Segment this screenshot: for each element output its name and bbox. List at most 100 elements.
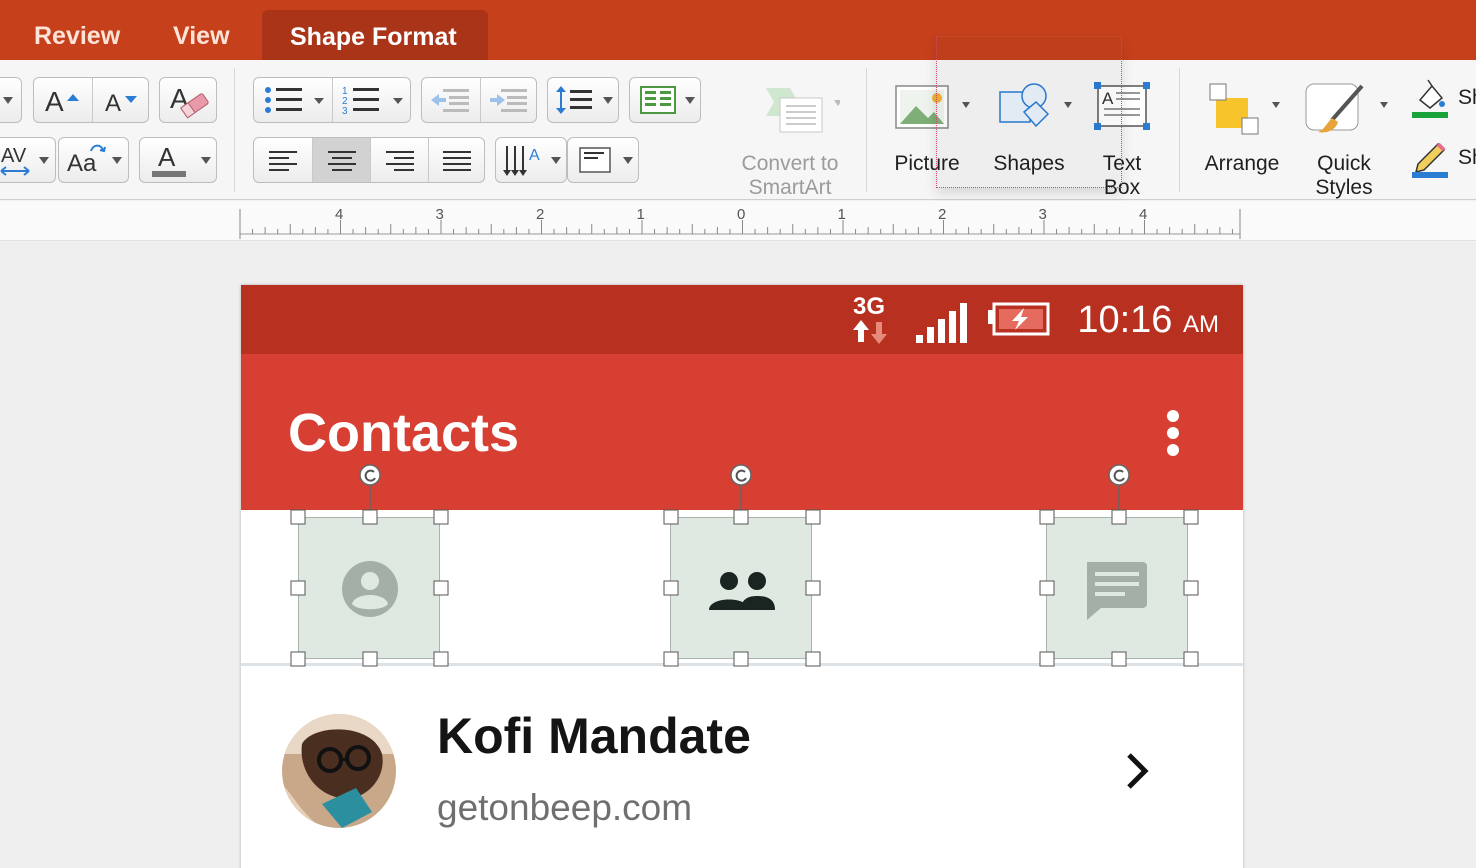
align-center-icon [327, 151, 356, 171]
line-spacing-icon [556, 86, 592, 114]
change-case-text: Aa [67, 150, 97, 177]
contact-row[interactable]: Kofi Mandate getonbeep.com [241, 669, 1243, 868]
ruler-label: 3 [1039, 206, 1047, 223]
svg-text:A: A [45, 86, 64, 115]
ruler-label: 3 [436, 206, 444, 223]
shape-outline-label: Sh [1458, 146, 1476, 169]
list-group: 1 2 3 [253, 77, 411, 123]
person-icon [342, 561, 398, 617]
shrink-font-icon: A [105, 90, 137, 115]
chevron-down-icon [623, 157, 633, 164]
chevron-down-icon [551, 157, 561, 164]
align-center-button[interactable] [312, 138, 370, 182]
ruler-label: 2 [938, 206, 946, 223]
app-title: Contacts [288, 403, 520, 463]
group-tab-tile[interactable] [670, 517, 812, 659]
columns-button[interactable] [629, 77, 701, 123]
powerpoint-window: Review View Shape Format A A A AV Aa A 1… [0, 0, 1476, 868]
avatar [282, 714, 396, 828]
text-direction-button[interactable]: A [495, 137, 567, 183]
text-direction-icon: A [503, 146, 540, 176]
battery-charging-icon [988, 302, 1050, 336]
app-bar: Contacts [241, 354, 1243, 510]
align-right-button[interactable] [370, 138, 428, 182]
bullets-icon [265, 87, 324, 113]
align-text-button[interactable] [567, 137, 639, 183]
clock-ampm: AM [1183, 311, 1219, 338]
svg-text:A: A [105, 90, 121, 115]
clear-formatting-button[interactable]: A [159, 77, 217, 123]
ruler-label: 2 [536, 206, 544, 223]
ruler-label: 0 [737, 206, 745, 223]
tab-icons-row [241, 510, 1243, 666]
paint-bucket-icon [1412, 79, 1448, 118]
ribbon-tab-bar: Review View Shape Format [0, 0, 1476, 60]
align-left-button[interactable] [254, 138, 312, 182]
svg-text:3: 3 [342, 106, 348, 117]
decrease-font-size-button[interactable]: A [92, 78, 149, 122]
group-icon [709, 572, 775, 610]
decrease-indent-button[interactable] [422, 78, 480, 122]
change-case-button[interactable]: Aa [58, 137, 129, 183]
line-spacing-button[interactable] [547, 77, 619, 123]
change-case-icon: Aa [67, 144, 106, 177]
status-bar: 3G 10:16 AM [241, 285, 1243, 354]
font-color-icon: A [152, 142, 186, 177]
convert-to-smartart-button[interactable]: Convert to SmartArt [725, 80, 855, 200]
contact-website: getonbeep.com [437, 787, 693, 828]
quick-styles-line2: Styles [1315, 176, 1373, 199]
align-text-icon [579, 147, 611, 173]
chevron-down-icon [685, 97, 695, 104]
quick-styles-button[interactable]: Quick Styles [1296, 80, 1392, 200]
ruler-ticks: 4 3 2 1 0 1 2 3 4 [239, 206, 1241, 239]
eraser-icon: A [170, 83, 209, 119]
shape-fill-button[interactable]: Sh [1408, 78, 1476, 122]
alignment-group [253, 137, 485, 183]
avatar-photo [282, 714, 396, 828]
ribbon-separator [1179, 68, 1180, 192]
bullets-button[interactable] [254, 78, 332, 122]
chevron-right-icon[interactable] [1121, 749, 1155, 793]
quick-styles-icon [1305, 83, 1388, 133]
decrease-indent-icon [431, 89, 469, 112]
increase-indent-button[interactable] [480, 78, 537, 122]
tab-view[interactable]: View [173, 22, 230, 51]
increase-indent-icon [490, 89, 527, 112]
arrange-label: Arrange [1204, 152, 1280, 175]
arrange-button[interactable]: Arrange [1192, 80, 1292, 176]
chevron-down-icon [3, 97, 13, 104]
ruler-label: 4 [335, 206, 343, 223]
ruler-label: 4 [1139, 206, 1147, 223]
chat-tab-tile[interactable] [1046, 517, 1188, 659]
hover-highlight [936, 36, 1122, 188]
numbering-button[interactable]: 1 2 3 [332, 78, 411, 122]
shape-outline-button[interactable]: Sh [1408, 138, 1476, 182]
tab-review[interactable]: Review [34, 22, 120, 51]
tab-shape-format[interactable]: Shape Format [262, 10, 488, 60]
ribbon-separator [866, 68, 867, 192]
convert-smartart-line2: SmartArt [748, 176, 832, 199]
font-size-dropdown[interactable] [0, 77, 22, 123]
increase-font-size-button[interactable]: A [34, 78, 92, 122]
font-size-group: A A [33, 77, 149, 123]
convert-smartart-line1: Convert to [741, 152, 839, 175]
numbering-icon: 1 2 3 [342, 86, 403, 117]
person-tab-tile[interactable] [298, 517, 440, 659]
chevron-down-icon [603, 97, 613, 104]
character-spacing-button[interactable]: AV [0, 137, 56, 183]
chevron-down-icon [39, 157, 49, 164]
horizontal-ruler[interactable]: 4 3 2 1 0 1 2 3 4 [0, 201, 1476, 241]
ribbon-toolbar: A A A AV Aa A 1 2 3 A Convert to SmartAr… [0, 36, 1476, 200]
font-color-button[interactable]: A [139, 137, 217, 183]
chat-icon [1087, 562, 1147, 620]
chevron-down-icon [201, 157, 211, 164]
clock-time: 10:16 [1077, 299, 1173, 341]
chevron-down-icon [112, 157, 122, 164]
justify-button[interactable] [428, 138, 485, 182]
svg-text:A: A [529, 147, 540, 164]
align-left-icon [269, 151, 297, 171]
char-spacing-text: AV [1, 145, 27, 167]
signal-strength-icon [916, 303, 967, 343]
smartart-icon [766, 88, 842, 133]
overflow-menu-icon[interactable] [1166, 410, 1180, 456]
